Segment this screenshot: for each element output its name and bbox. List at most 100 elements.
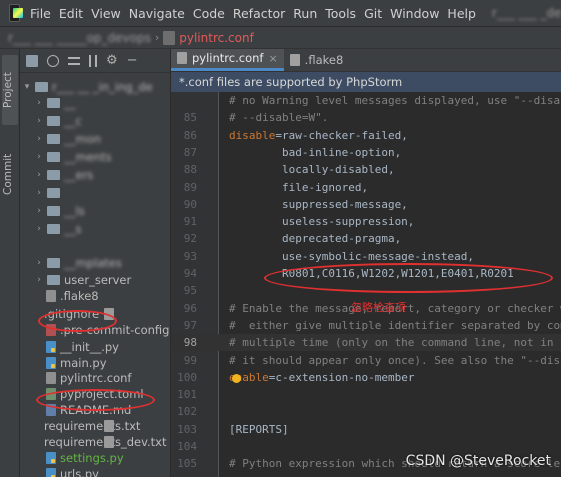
tree-item-label: user_server [64,273,132,287]
config-file-icon [46,372,56,384]
menu-view[interactable]: View [91,6,121,21]
config-file-icon [289,53,300,66]
tree-item-label: __s [64,222,82,236]
tree-item-label: __ [64,96,76,110]
line-number: 104 [177,440,197,453]
line-number: 103 [177,422,197,436]
tree-item-label: pylintrc.conf [60,371,132,385]
chevron-right-icon[interactable]: › [34,98,44,108]
locate-file-icon[interactable] [47,54,59,67]
tree-file[interactable]: urls.py [44,466,99,477]
tree-folder[interactable]: › __s [34,221,82,237]
expand-all-icon[interactable] [89,54,97,67]
config-file-icon [177,52,187,64]
tree-file[interactable]: requirements_dev.txt [44,434,166,450]
code-line[interactable]: 103 [REPORTS] [171,421,561,438]
project-toolbar: ⚙ − [20,49,170,73]
tree-file[interactable]: main.py [44,355,107,371]
chevron-right-icon[interactable]: › [34,134,44,144]
menu-edit[interactable]: Edit [59,6,83,21]
gear-icon[interactable]: ⚙ [106,54,118,67]
tab-flake8[interactable]: .flake8 [284,49,350,71]
code-line[interactable]: 86 disable=raw-checker-failed, [171,127,561,144]
line-number: 88 [183,163,197,177]
menu-git[interactable]: Git [364,6,382,21]
code-line[interactable]: 90 suppressed-message, [171,196,561,213]
tree-file[interactable]: __init__.py [44,339,119,355]
lightbulb-icon[interactable] [232,374,241,383]
tree-folder[interactable]: › __ments [34,149,111,165]
code-text: # it should appear only once). See also … [229,353,561,367]
line-number: 90 [183,197,197,211]
tree-root[interactable]: ▾ r___ __ _in_ing_de [22,79,153,95]
tree-file[interactable]: requirements.txt [44,418,140,434]
code-text: useless-suppression, [229,215,415,229]
line-number: 87 [183,145,197,159]
code-line[interactable]: 100 enable=c-extension-no-member [171,369,561,386]
project-tool-tab[interactable]: Project [2,55,18,125]
config-file-icon [163,30,176,45]
menu-run[interactable]: Run [293,6,317,21]
code-line[interactable]: 102 [171,403,561,420]
code-line[interactable]: 85 # --disable=W". [171,109,561,126]
code-line[interactable]: # no Warning level messages displayed, u… [171,92,561,109]
chevron-right-icon[interactable]: › [34,206,44,216]
code-text: file-ignored, [229,180,369,194]
breadcrumb: r___ ___ _____op_devops › pylintrc.conf [0,27,561,49]
config-file-icon [46,290,56,302]
menu-file[interactable]: File [30,6,51,21]
code-text: # --disable=W". [229,111,329,125]
tree-folder[interactable]: › __ [34,95,76,111]
tree-file[interactable]: settings.py [44,450,124,466]
tree-folder[interactable]: › [34,185,64,201]
code-line[interactable]: 97 # either give multiple identifier sepa… [171,317,561,334]
tree-folder[interactable]: › __ls [34,203,85,219]
code-line[interactable]: 91 useless-suppression, [171,213,561,230]
code-text: [REPORTS] [229,422,289,436]
line-number: 102 [177,405,197,419]
tree-file[interactable]: pylintrc.conf [44,370,131,386]
collapse-all-icon[interactable] [68,56,80,65]
editor-tabs: pylintrc.conf × .flake8 [171,49,561,72]
code-line[interactable]: 92 deprecated-pragma, [171,230,561,247]
code-text: # either give multiple identifier separa… [229,318,561,332]
code-text: enable=c-extension-no-member [229,369,414,386]
folder-icon [35,82,48,92]
chevron-right-icon[interactable]: › [34,116,44,126]
code-line[interactable]: 98 # multiple time (only on the command l… [171,334,561,352]
menu-navigate[interactable]: Navigate [129,6,185,21]
menu-code[interactable]: Code [193,6,225,21]
menu-tools[interactable]: Tools [325,6,356,21]
breadcrumb-file[interactable]: pylintrc.conf [179,31,254,45]
code-line[interactable]: 93 use-symbolic-message-instead, [171,248,561,265]
project-view-icon[interactable] [26,54,38,67]
menu-help[interactable]: Help [447,6,476,21]
menu-refactor[interactable]: Refactor [233,6,285,21]
tree-folder[interactable]: › __mon [34,131,101,147]
menu-window[interactable]: Window [390,6,439,21]
tree-folder[interactable]: › __c [34,113,82,129]
tree-folder[interactable]: › __ers [34,167,93,183]
tree-file[interactable]: .flake8 [44,288,99,304]
annotation-label: 忽略检查项 [351,301,406,314]
tree-folder[interactable]: › user_server [34,272,131,288]
code-line[interactable]: 101 [171,386,561,403]
chevron-right-icon[interactable]: › [34,152,44,162]
code-line[interactable]: 99 # it should appear only once). See als… [171,352,561,369]
close-icon[interactable]: × [268,52,277,65]
tab-pylintrc[interactable]: pylintrc.conf × [171,49,284,71]
code-line[interactable]: 87 bad-inline-option, [171,144,561,161]
breadcrumb-project[interactable]: r___ ___ _____op_devops [8,31,151,45]
chevron-down-icon[interactable]: ▾ [22,82,32,92]
chevron-right-icon[interactable]: › [34,188,44,198]
chevron-right-icon[interactable]: › [34,224,44,234]
tree-folder[interactable]: › __mplates [34,255,122,271]
hide-panel-icon[interactable]: − [127,54,138,67]
chevron-right-icon[interactable]: › [34,258,44,268]
code-line[interactable]: 89 file-ignored, [171,179,561,196]
chevron-right-icon[interactable]: › [34,170,44,180]
code-line[interactable]: 88 locally-disabled, [171,161,561,178]
line-number: 85 [183,111,197,125]
chevron-right-icon[interactable]: › [34,275,44,285]
commit-tool-tab[interactable]: Commit [2,139,18,209]
